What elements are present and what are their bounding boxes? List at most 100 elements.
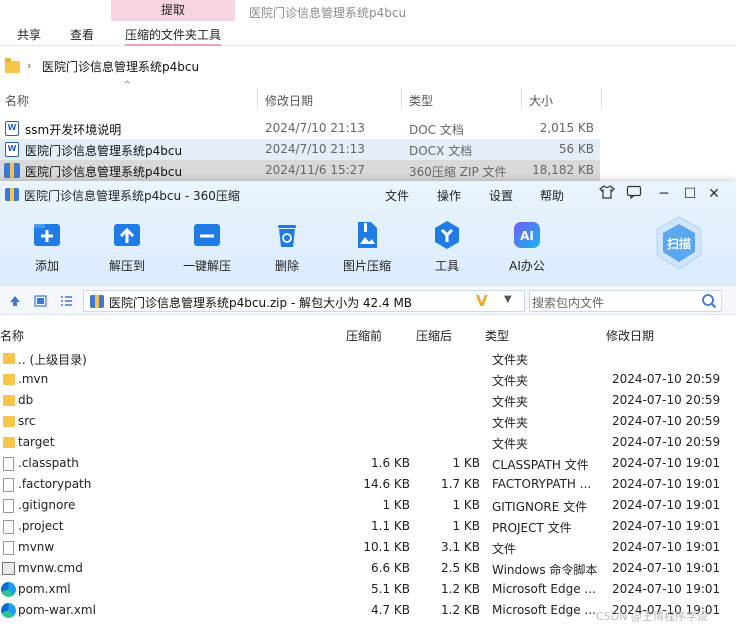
scan-button[interactable]: 扫描 [654, 215, 704, 271]
tab-share[interactable]: 共享 [17, 26, 41, 46]
file-type: DOCX 文档 [409, 144, 473, 158]
row-date: 2024-07-10 20:59 [612, 414, 721, 428]
search-placeholder: 搜索包内文件 [532, 296, 605, 310]
row-size-after: 3.1 KB [441, 540, 480, 554]
column-divider[interactable] [401, 88, 402, 110]
archive-row[interactable]: .gitignore 1 KB 1 KB GITIGNORE 文件 2024-07-10… [0, 495, 736, 516]
archive-row[interactable]: .classpath 1.6 KB 1 KB CLASSPATH 文件 2024-07-… [0, 453, 736, 474]
one-click-extract-label: 一键解压 [182, 259, 231, 273]
archive-row[interactable]: pom.xml 5.1 KB 1.2 KB Microsoft Edge ... 202… [0, 579, 736, 600]
archive-row[interactable]: .factorypath 14.6 KB 1.7 KB FACTORYPATH ...… [0, 474, 736, 495]
row-type: 文件夹 [492, 374, 529, 388]
file-icon [3, 520, 14, 534]
minimize-icon[interactable]: ─ [654, 184, 674, 204]
menu-operation[interactable]: 操作 [437, 187, 461, 204]
archive-row[interactable]: src 文件夹 2024-07-10 20:59 [0, 411, 736, 432]
column-size-before[interactable]: 压缩前 [346, 327, 382, 344]
word-doc-icon: W [5, 121, 19, 136]
row-name: pom-war.xml [18, 603, 96, 617]
ai-office-button[interactable]: AI AI办公 [492, 219, 562, 277]
up-arrow-icon[interactable] [9, 295, 21, 310]
archive-column-header: 名称 压缩前 压缩后 类型 修改日期 [0, 323, 736, 347]
column-divider[interactable] [521, 88, 522, 110]
column-date[interactable]: 修改日期 [265, 92, 313, 109]
extract-to-icon [114, 224, 140, 246]
column-name[interactable]: 名称 [5, 92, 29, 109]
row-type: 文件夹 [492, 395, 529, 409]
row-name: .classpath [18, 456, 79, 470]
column-date[interactable]: 修改日期 [606, 327, 654, 344]
archive-row[interactable]: db 文件夹 2024-07-10 20:59 [0, 390, 736, 411]
archive-row[interactable]: .project 1.1 KB 1 KB PROJECT 文件 2024-07-10 1… [0, 516, 736, 537]
tab-extract[interactable]: 提取 [111, 0, 235, 21]
column-size[interactable]: 大小 [529, 92, 553, 109]
word-doc-icon: W [5, 142, 19, 157]
v-logo-icon[interactable]: V [476, 292, 488, 310]
row-type: Windows 命令脚本 [492, 563, 598, 577]
one-click-extract-button[interactable]: 一键解压 [172, 219, 242, 277]
file-type: 360压缩 ZIP 文件 [409, 165, 507, 179]
file-icon [3, 457, 14, 471]
row-date: 2024-07-10 19:01 [612, 561, 721, 575]
column-type[interactable]: 类型 [409, 92, 433, 109]
address-path[interactable]: 医院门诊信息管理系统p4bcu [42, 58, 199, 75]
chevron-right-icon[interactable]: › [27, 59, 31, 72]
address-bar[interactable]: › 医院门诊信息管理系统p4bcu [0, 53, 736, 79]
archive-row[interactable]: mvnw.cmd 6.6 KB 2.5 KB Windows 命令脚本 2024-07-… [0, 558, 736, 579]
archive-row[interactable]: .. (上级目录) 文件夹 [0, 348, 736, 369]
file-row[interactable]: W ssm开发环境说明 2024/7/10 21:13 DOC 文档 2,015… [0, 118, 600, 139]
column-type[interactable]: 类型 [485, 327, 509, 344]
row-size-after: 1 KB [452, 519, 480, 533]
menu-settings[interactable]: 设置 [489, 187, 513, 204]
trash-icon [278, 225, 296, 247]
menu-file[interactable]: 文件 [385, 187, 409, 204]
row-type: PROJECT 文件 [492, 521, 572, 535]
maximize-icon[interactable]: ☐ [680, 184, 700, 204]
skin-shirt-icon[interactable] [597, 184, 617, 204]
archive-row[interactable]: target 文件夹 2024-07-10 20:59 [0, 432, 736, 453]
tools-button[interactable]: 工具 [412, 219, 482, 277]
svg-text:AI: AI [520, 229, 534, 243]
feedback-icon[interactable] [624, 184, 644, 204]
file-date: 2024/7/10 21:13 [265, 121, 365, 135]
add-button[interactable]: 添加 [12, 219, 82, 277]
row-type: 文件夹 [492, 353, 529, 367]
delete-button[interactable]: 删除 [252, 219, 322, 277]
row-date: 2024-07-10 19:01 [612, 540, 721, 554]
row-size-after: 1 KB [452, 498, 480, 512]
column-size-after[interactable]: 压缩后 [416, 327, 452, 344]
image-compress-label: 图片压缩 [342, 259, 391, 273]
file-icon [3, 478, 14, 492]
row-name: pom.xml [18, 582, 71, 596]
ai-office-icon: AI [514, 222, 540, 248]
row-name: .. (上级目录) [18, 353, 87, 367]
row-name: .gitignore [18, 498, 76, 512]
column-divider[interactable] [257, 88, 258, 110]
file-row[interactable]: W 医院门诊信息管理系统p4bcu 2024/7/10 21:13 DOCX 文… [0, 139, 600, 160]
close-icon[interactable]: ✕ [704, 184, 724, 204]
column-divider[interactable] [601, 88, 602, 110]
column-name[interactable]: 名称 [0, 327, 24, 344]
folder-icon [3, 395, 15, 406]
archive-row[interactable]: .mvn 文件夹 2024-07-10 20:59 [0, 369, 736, 390]
tab-compressed-folder-tools[interactable]: 压缩的文件夹工具 [125, 26, 222, 46]
file-row[interactable]: 医院门诊信息管理系统p4bcu 2024/11/6 15:27 360压缩 ZI… [0, 160, 600, 181]
menu-help[interactable]: 帮助 [540, 187, 564, 204]
archive-path-field[interactable]: 医院门诊信息管理系统p4bcu.zip - 解包大小为 42.4 MB V ▼ [83, 290, 525, 312]
row-name: .project [18, 519, 64, 533]
row-date: 2024-07-10 20:59 [612, 393, 721, 407]
image-compress-button[interactable]: 图片压缩 [332, 219, 402, 277]
row-size-after: 1.7 KB [441, 477, 480, 491]
folder-icon [3, 437, 15, 448]
archive-toolbar-area: 医院门诊信息管理系统p4bcu - 360压缩 文件 操作 设置 帮助 ─ ☐ … [0, 181, 736, 300]
extract-to-button[interactable]: 解压到 [92, 219, 162, 277]
thumbnail-view-icon[interactable] [34, 295, 47, 310]
search-input[interactable]: 搜索包内文件 [529, 290, 722, 312]
row-size-before: 1 KB [382, 498, 410, 512]
list-view-icon[interactable] [60, 295, 73, 310]
search-icon[interactable] [701, 293, 717, 309]
archive-row[interactable]: mvnw 10.1 KB 3.1 KB 文件 2024-07-10 19:01 [0, 537, 736, 558]
delete-label: 删除 [274, 259, 299, 273]
chevron-down-icon[interactable]: ▼ [504, 294, 512, 305]
tab-view[interactable]: 查看 [70, 26, 94, 46]
